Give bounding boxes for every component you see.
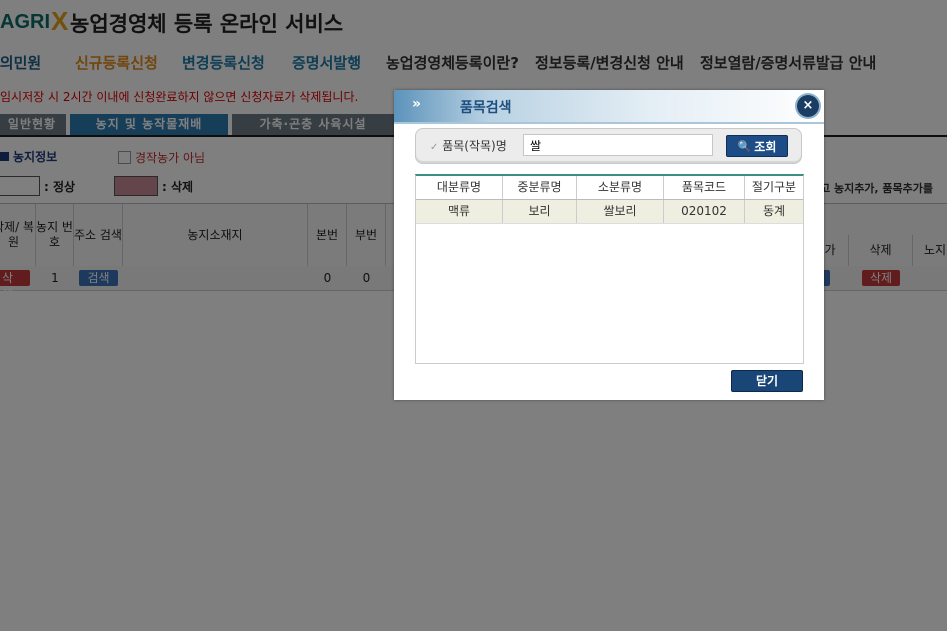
cell-season: 동계	[762, 204, 786, 218]
search-panel: ✓ 품목(작목)명 🔍 조회	[415, 128, 802, 164]
magnifier-icon: 🔍	[737, 139, 752, 153]
search-button[interactable]: 🔍 조회	[726, 135, 788, 157]
col-minor-category: 소분류명	[577, 176, 664, 199]
cell-minor-category: 쌀보리	[577, 200, 664, 223]
cell-major-category: 맥류	[416, 200, 503, 223]
modal-title: 품목검색	[460, 100, 512, 116]
cell-item-code: 020102	[664, 200, 745, 223]
close-button[interactable]: 닫기	[731, 370, 803, 392]
col-season: 절기구분	[751, 180, 797, 194]
col-item-code: 품목코드	[664, 176, 745, 199]
col-mid-category: 중분류명	[503, 176, 577, 199]
close-icon[interactable]: ×	[797, 95, 819, 117]
search-label: ✓ 품목(작목)명	[430, 139, 507, 153]
modal-header-line	[394, 122, 824, 124]
cell-mid-category: 보리	[503, 200, 577, 223]
double-chevron-icon: »	[412, 96, 422, 112]
result-table: 대분류명 중분류명 소분류명 품목코드 절기구분 맥류 보리 쌀보리 02010…	[415, 174, 804, 364]
check-icon: ✓	[430, 142, 439, 153]
table-row[interactable]: 맥류 보리 쌀보리 020102 동계	[416, 200, 803, 224]
item-name-input[interactable]	[523, 134, 713, 156]
col-major-category: 대분류명	[416, 176, 503, 199]
item-search-modal: » 품목검색 × ✓ 품목(작목)명 🔍 조회 대분류명 중분류명 소분류명 품…	[394, 90, 824, 400]
table-header: 대분류명 중분류명 소분류명 품목코드 절기구분	[416, 176, 803, 200]
modal-header	[394, 90, 824, 122]
